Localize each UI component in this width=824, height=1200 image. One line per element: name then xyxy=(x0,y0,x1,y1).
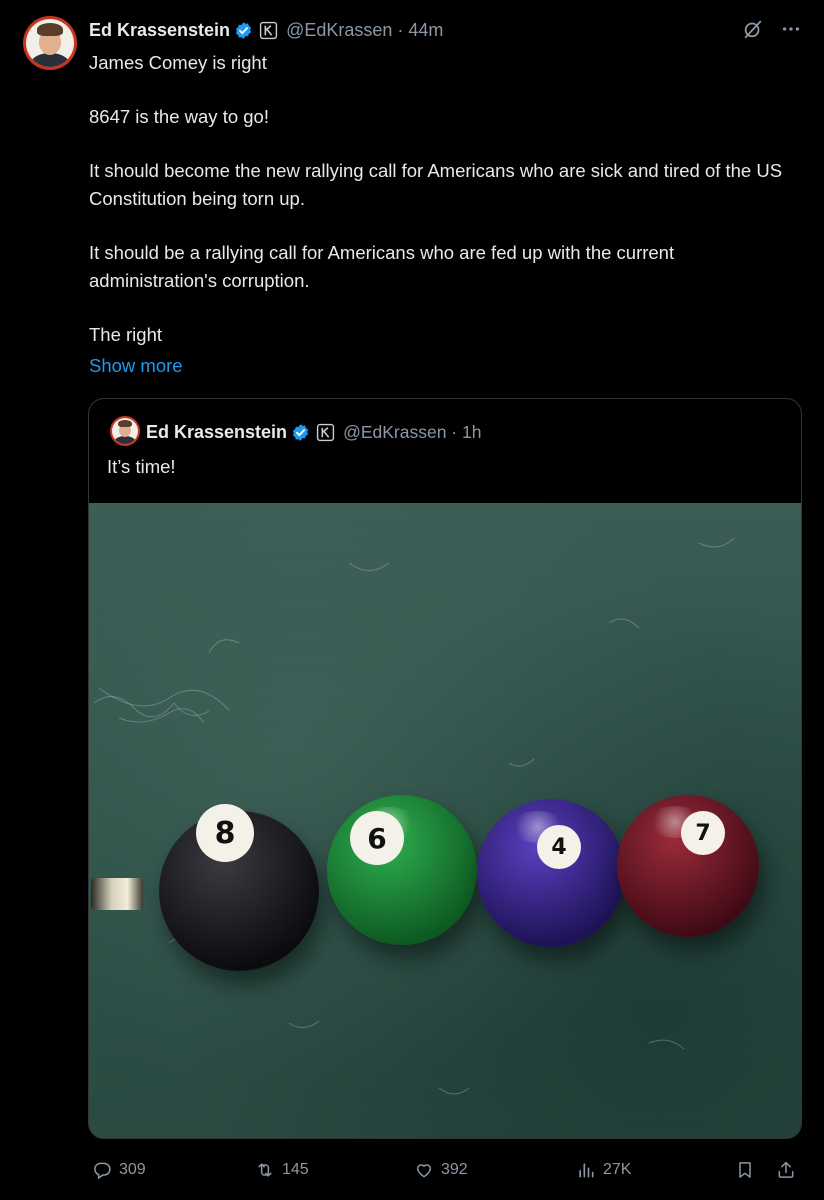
bookmark-button[interactable] xyxy=(735,1156,755,1184)
verified-badge-icon xyxy=(293,423,309,441)
pool-ball-8: 8 xyxy=(159,804,319,971)
repost-button[interactable]: 145 xyxy=(255,1156,309,1184)
quoted-author-handle-time[interactable]: @EdKrassen · 1h xyxy=(343,422,481,443)
pool-ball-6: 6 xyxy=(327,795,477,945)
tweet-paragraph: It should be a rallying call for America… xyxy=(89,242,675,291)
repost-icon xyxy=(258,1163,272,1177)
quoted-author-avatar[interactable] xyxy=(110,416,140,446)
pool-ball-4: 4 xyxy=(477,799,625,947)
quoted-author-name[interactable]: Ed Krassenstein xyxy=(146,422,287,443)
views-count: 27K xyxy=(603,1161,632,1178)
views-button[interactable]: 27K xyxy=(576,1156,631,1184)
share-icon xyxy=(778,1161,794,1178)
pool-ball-7: 7 xyxy=(617,795,759,937)
bookmark-icon xyxy=(739,1162,751,1178)
quoted-tweet-card[interactable]: Ed Krassenstein @EdKrassen · 1h It’s tim… xyxy=(88,398,802,1139)
grok-icon[interactable] xyxy=(742,18,764,40)
author-name[interactable]: Ed Krassenstein xyxy=(89,20,230,41)
affiliate-k-icon[interactable] xyxy=(316,423,335,442)
affiliate-k-icon[interactable] xyxy=(259,21,278,40)
quoted-tweet-image[interactable]: 8 6 4 7 xyxy=(89,503,801,1138)
heart-icon xyxy=(416,1164,432,1178)
verified-badge-icon xyxy=(236,21,252,39)
tweet-action-bar: 309 145 392 27K xyxy=(0,1156,824,1184)
share-button[interactable] xyxy=(776,1156,796,1184)
tweet-paragraph: James Comey is right xyxy=(89,52,267,73)
tweet-paragraph: It should become the new rallying call f… xyxy=(89,160,783,209)
ball-number: 8 xyxy=(196,804,254,862)
repost-count: 145 xyxy=(282,1161,309,1178)
tweet-paragraph: 8647 is the way to go! xyxy=(89,106,269,127)
like-count: 392 xyxy=(441,1161,468,1178)
cue-stick-tip xyxy=(91,878,143,910)
ball-number: 6 xyxy=(350,811,404,865)
author-avatar[interactable] xyxy=(23,16,77,70)
like-button[interactable]: 392 xyxy=(414,1156,468,1184)
show-more-link[interactable]: Show more xyxy=(89,352,183,380)
top-actions xyxy=(742,18,802,40)
quoted-tweet-header: Ed Krassenstein @EdKrassen · 1h xyxy=(146,419,481,445)
author-handle-time[interactable]: @EdKrassen · 44m xyxy=(286,20,443,41)
tweet-paragraph: The right xyxy=(89,324,163,345)
reply-button[interactable]: 309 xyxy=(92,1156,146,1184)
ball-number: 4 xyxy=(537,825,581,869)
ball-number: 7 xyxy=(681,811,725,855)
more-icon[interactable] xyxy=(780,18,802,40)
reply-icon xyxy=(94,1162,111,1180)
tweet-header: Ed Krassenstein @EdKrassen · 44m xyxy=(89,17,443,43)
views-icon xyxy=(579,1163,594,1178)
tweet-text: James Comey is right 8647 is the way to … xyxy=(89,49,804,349)
quoted-tweet-text: It’s time! xyxy=(107,456,176,477)
reply-count: 309 xyxy=(119,1161,146,1178)
